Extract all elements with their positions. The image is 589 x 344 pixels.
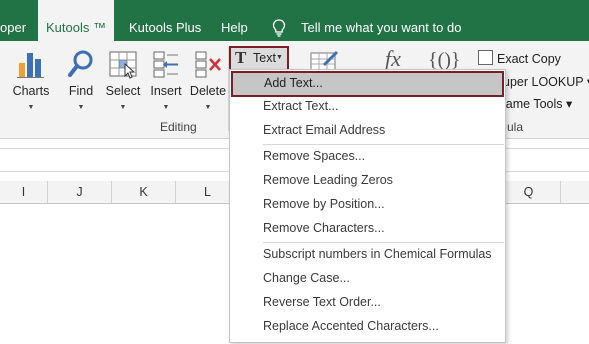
charts-label: Charts [12,84,50,98]
insert-label: Insert [150,84,182,98]
ribbon-tab-bar: oper Kutools ™ Kutools Plus Help Tell me… [0,0,589,41]
menu-item-add-text[interactable]: Add Text... [231,71,504,97]
text-dropdown-menu: Add Text... Extract Text... Extract Emai… [229,69,506,343]
group-label-editing: Editing [160,120,197,134]
name-tools-button[interactable]: lame Tools ▾ [503,96,572,111]
find-label: Find [68,84,94,98]
menu-item-extract-text[interactable]: Extract Text... [230,95,505,119]
column-header-k[interactable]: K [112,181,176,203]
insert-rows-icon [151,49,181,84]
menu-item-remove-spaces[interactable]: Remove Spaces... [230,145,505,169]
column-header-i[interactable]: I [0,181,48,203]
group-label-formula: ula [507,120,524,134]
tab-kutools[interactable]: Kutools ™ [38,0,114,41]
tell-me-search[interactable]: Tell me what you want to do [301,0,461,41]
chevron-down-icon: ▼ [27,104,35,111]
chevron-down-icon: ▼ [276,54,283,61]
select-grid-icon [108,49,138,84]
chevron-down-icon: ▼ [119,104,127,111]
exact-copy-label: Exact Copy [497,52,561,66]
tab-help[interactable]: Help [221,0,248,41]
menu-item-subscript-numbers[interactable]: Subscript numbers in Chemical Formulas [230,243,505,267]
menu-item-remove-leading-zeros[interactable]: Remove Leading Zeros [230,169,505,193]
text-t-icon: T [235,48,247,67]
chevron-down-icon: ▼ [204,104,212,111]
menu-item-remove-by-position[interactable]: Remove by Position... [230,193,505,217]
lightbulb-icon [272,19,286,42]
menu-item-change-case[interactable]: Change Case... [230,267,505,291]
delete-label: Delete [189,84,227,98]
select-label: Select [105,84,141,98]
exact-copy-button[interactable]: Exact Copy [478,50,561,66]
bar-chart-icon [16,49,46,84]
text-dropdown-button[interactable]: T Text ▼ [229,46,289,71]
delete-rows-icon [193,49,223,84]
tab-kutools-plus[interactable]: Kutools Plus [129,0,201,41]
menu-item-extract-email[interactable]: Extract Email Address [230,119,505,143]
menu-item-remove-characters[interactable]: Remove Characters... [230,217,505,241]
chevron-down-icon: ▼ [77,104,85,111]
tab-developer[interactable]: oper [0,0,26,41]
copy-icon [478,50,493,65]
column-header-j[interactable]: J [48,181,112,203]
magnifier-icon [66,49,96,84]
text-label: Text [253,51,276,65]
menu-item-reverse-text-order[interactable]: Reverse Text Order... [230,291,505,315]
chevron-down-icon: ▼ [162,104,170,111]
super-lookup-button[interactable]: uper LOOKUP ▾ [503,74,589,89]
menu-item-replace-accented[interactable]: Replace Accented Characters... [230,315,505,339]
